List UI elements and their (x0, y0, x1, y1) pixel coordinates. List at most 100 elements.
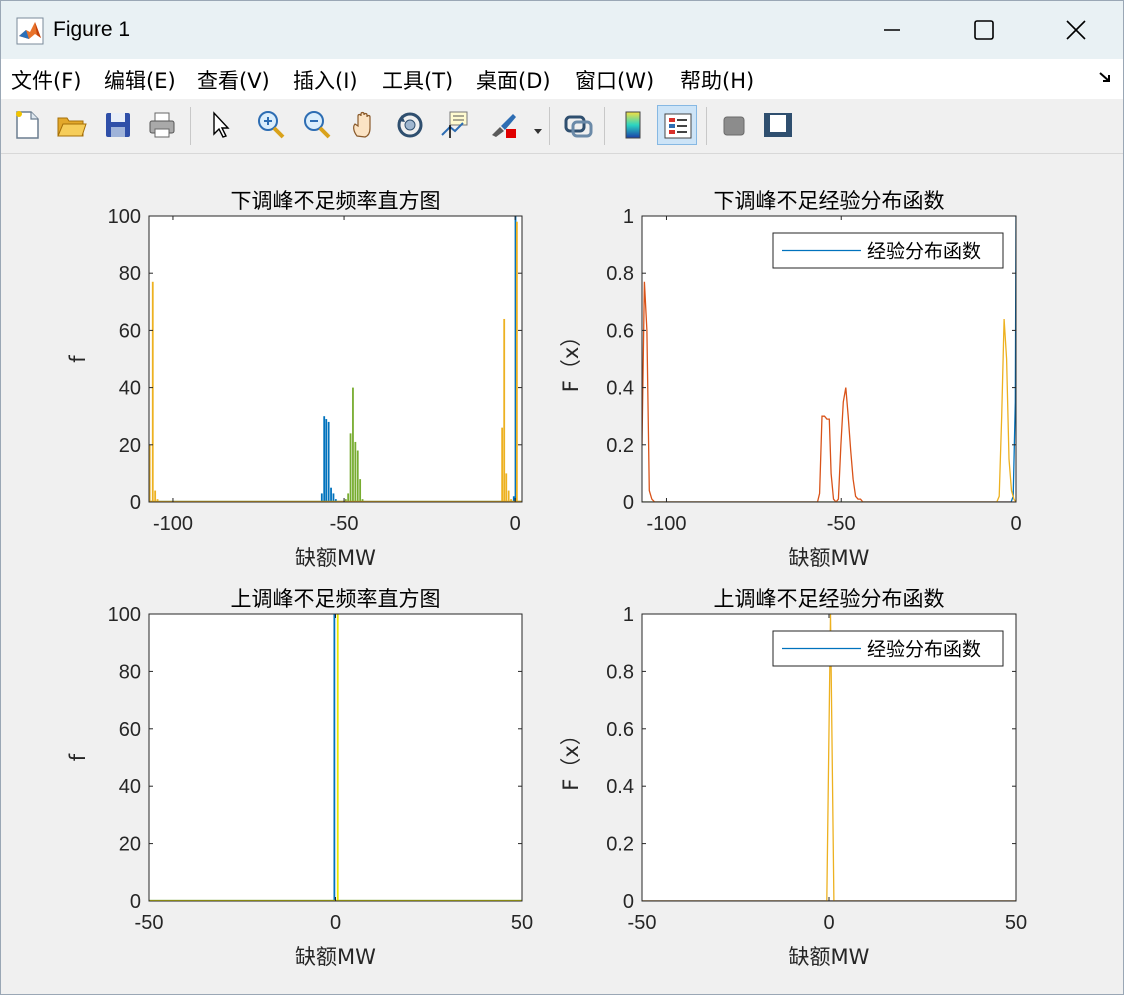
figure-svg: -100 -50 0020406080100下调峰不足频率直方图缺额MWf-100-… (66, 189, 1027, 969)
chart-axes-2: -100 -50 0 0 0.2 0.4 0.6 0.8 1 下调峰不足经验分布函数缺额MW F（x… (559, 189, 1022, 570)
menu-tools[interactable]: 工具(T) (382, 65, 453, 95)
toolbar-separator (706, 107, 707, 145)
open-file-button[interactable] (51, 105, 91, 145)
zoom-in-button[interactable] (251, 105, 291, 145)
save-icon (106, 113, 130, 137)
dock-arrow-icon[interactable] (1097, 69, 1113, 85)
y-tick-label: 0.8 (606, 661, 634, 683)
link-plot-button[interactable] (558, 105, 598, 145)
matlab-logo-icon (16, 17, 44, 45)
y-axis-label: f (66, 355, 90, 363)
y-tick-label: 20 (119, 834, 141, 856)
open-file-icon (57, 117, 87, 137)
histogram-bar (352, 387, 354, 502)
histogram-bar (501, 427, 504, 502)
histogram-bar (332, 493, 335, 502)
legend: 经验分布函数 (772, 630, 1004, 667)
brush-icon (492, 114, 516, 138)
x-tick-label: 0 (330, 912, 341, 934)
plot-area (149, 614, 522, 901)
legend-label: 经验分布函数 (867, 241, 981, 263)
y-axis-label: f (66, 753, 90, 761)
menu-desktop[interactable]: 桌面(D) (476, 65, 551, 95)
chart-title: 上调峰不足经验分布函数 (714, 587, 945, 611)
show-plot-tools-button[interactable] (758, 105, 798, 145)
chart-title: 上调峰不足频率直方图 (231, 587, 441, 611)
print-button[interactable] (142, 105, 182, 145)
menu-bar: 文件(F) 编辑(E) 查看(V) 插入(I) 工具(T) 桌面(D) 窗口(W… (1, 59, 1123, 99)
x-axis-label: 缺额MW (295, 546, 376, 570)
y-tick-label: 0 (623, 492, 634, 514)
chart-axes-1: -100 -50 0 0 20 40 60 80 100 下调峰不足频率直方图缺额MW f (66, 189, 523, 570)
x-axis-label: 缺额MW (295, 945, 376, 969)
minimize-button[interactable] (846, 1, 938, 59)
histogram-bar (354, 441, 357, 502)
colorbar-icon (625, 111, 641, 139)
legend-button[interactable] (657, 105, 697, 145)
y-tick-label: 40 (119, 378, 141, 400)
hide-plot-tools-button[interactable] (714, 105, 754, 145)
y-tick-label: 60 (119, 320, 141, 342)
rotate-3d-button[interactable] (390, 105, 430, 145)
y-tick-label: 40 (119, 776, 141, 798)
x-axis-label: 缺额MW (789, 546, 870, 570)
y-tick-label: 20 (119, 435, 141, 457)
toolbar (1, 99, 1123, 154)
histogram-bar (356, 450, 359, 502)
brush-dropdown-icon[interactable] (533, 121, 543, 140)
chart-title: 下调峰不足频率直方图 (231, 189, 441, 213)
y-tick-label: 0 (623, 891, 634, 913)
histogram-bar (505, 473, 508, 502)
hide-plot-tools-icon (723, 116, 745, 136)
brush-button[interactable] (483, 105, 523, 145)
y-tick-label: 0.2 (606, 834, 634, 856)
close-button[interactable] (1030, 1, 1122, 59)
figure-canvas[interactable]: -100 -50 0 0 20 40 60 80 100 下调峰不足频率直方图 缺额MW f -100-… (5, 155, 1119, 991)
pan-button[interactable] (344, 105, 384, 145)
x-tick-label: -50 (135, 912, 164, 934)
histogram-bar (323, 416, 326, 502)
pointer-icon (213, 111, 230, 138)
zoom-out-button[interactable] (297, 105, 337, 145)
y-tick-label: 0.6 (606, 320, 634, 342)
colorbar-button[interactable] (613, 105, 653, 145)
histogram-bar (503, 318, 506, 502)
histogram-bar (359, 479, 362, 502)
histogram-bar (325, 419, 328, 502)
x-tick-label: 0 (1010, 513, 1021, 535)
new-figure-icon (16, 111, 39, 139)
pointer-button[interactable] (199, 105, 239, 145)
save-button[interactable] (98, 105, 138, 145)
y-tick-label: 1 (623, 604, 634, 626)
rotate-3d-icon (397, 112, 423, 138)
menu-edit[interactable]: 编辑(E) (104, 65, 176, 95)
x-tick-label: 50 (1005, 912, 1027, 934)
menu-insert[interactable]: 插入(I) (293, 65, 358, 95)
y-tick-label: 100 (108, 604, 141, 626)
show-plot-tools-icon (764, 113, 792, 137)
histogram-bar (333, 614, 336, 901)
y-tick-label: 100 (108, 206, 141, 228)
x-axis-label: 缺额MW (789, 945, 870, 969)
new-figure-button[interactable] (7, 105, 47, 145)
histogram-bar (154, 490, 157, 502)
y-tick-label: 80 (119, 263, 141, 285)
pan-icon (353, 111, 371, 138)
x-tick-label: 50 (511, 912, 533, 934)
histogram-bar (349, 433, 352, 502)
histogram-bar (336, 614, 339, 901)
title-bar[interactable]: Figure 1 (1, 1, 1123, 59)
zoom-in-icon (258, 111, 285, 139)
print-icon (149, 112, 175, 138)
chart-axes-4: -50 0 5000.20.40.60.81上调峰不足经验分布函数缺额MWF（x）经… (559, 587, 1027, 969)
data-cursor-button[interactable] (435, 105, 475, 145)
maximize-button[interactable] (938, 1, 1030, 59)
menu-window[interactable]: 窗口(W) (575, 65, 654, 95)
data-cursor-icon (441, 111, 468, 138)
menu-view[interactable]: 查看(V) (197, 65, 270, 95)
menu-help[interactable]: 帮助(H) (680, 65, 754, 95)
chart-axes-3: -50 0 50020406080100上调峰不足频率直方图缺额MWf (66, 587, 533, 969)
legend: 经验分布函数 (772, 232, 1004, 269)
y-tick-label: 0.8 (606, 263, 634, 285)
menu-file[interactable]: 文件(F) (11, 65, 81, 95)
